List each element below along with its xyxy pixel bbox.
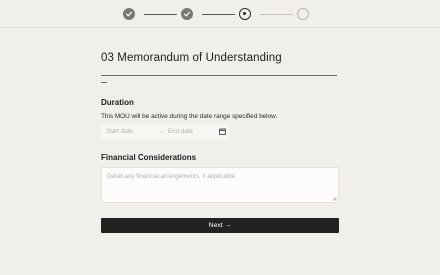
calendar-icon[interactable] xyxy=(219,128,226,135)
title-divider xyxy=(101,75,337,76)
date-range-separator: → xyxy=(158,128,165,135)
end-date-input[interactable]: End date xyxy=(168,128,193,135)
financial-placeholder: Detail any financial arrangements, if ap… xyxy=(107,173,237,180)
duration-description: This MOU will be active during the date … xyxy=(101,113,278,120)
resize-handle-icon[interactable] xyxy=(332,196,337,201)
check-icon xyxy=(126,11,132,17)
next-button[interactable]: Next → xyxy=(101,218,339,233)
next-button-label: Next xyxy=(208,222,223,229)
step-connector xyxy=(260,13,293,15)
arrow-right-icon: → xyxy=(224,222,232,229)
date-range-picker[interactable]: Start date → End date xyxy=(101,125,230,139)
step-connector xyxy=(202,13,235,15)
step-connector xyxy=(144,13,177,15)
progress-stepper xyxy=(0,0,440,28)
duration-label: Duration xyxy=(101,98,134,107)
check-icon xyxy=(184,11,190,17)
step-3-current[interactable] xyxy=(239,8,251,20)
financial-textarea[interactable]: Detail any financial arrangements, if ap… xyxy=(101,167,339,203)
step-2-completed[interactable] xyxy=(181,8,193,20)
financial-label: Financial Considerations xyxy=(101,153,197,162)
page-title: 03 Memorandum of Understanding xyxy=(101,52,282,64)
title-divider-end xyxy=(101,82,107,83)
step-1-completed[interactable] xyxy=(123,8,135,20)
start-date-input[interactable]: Start date xyxy=(106,128,133,135)
step-4-upcoming[interactable] xyxy=(297,8,309,20)
